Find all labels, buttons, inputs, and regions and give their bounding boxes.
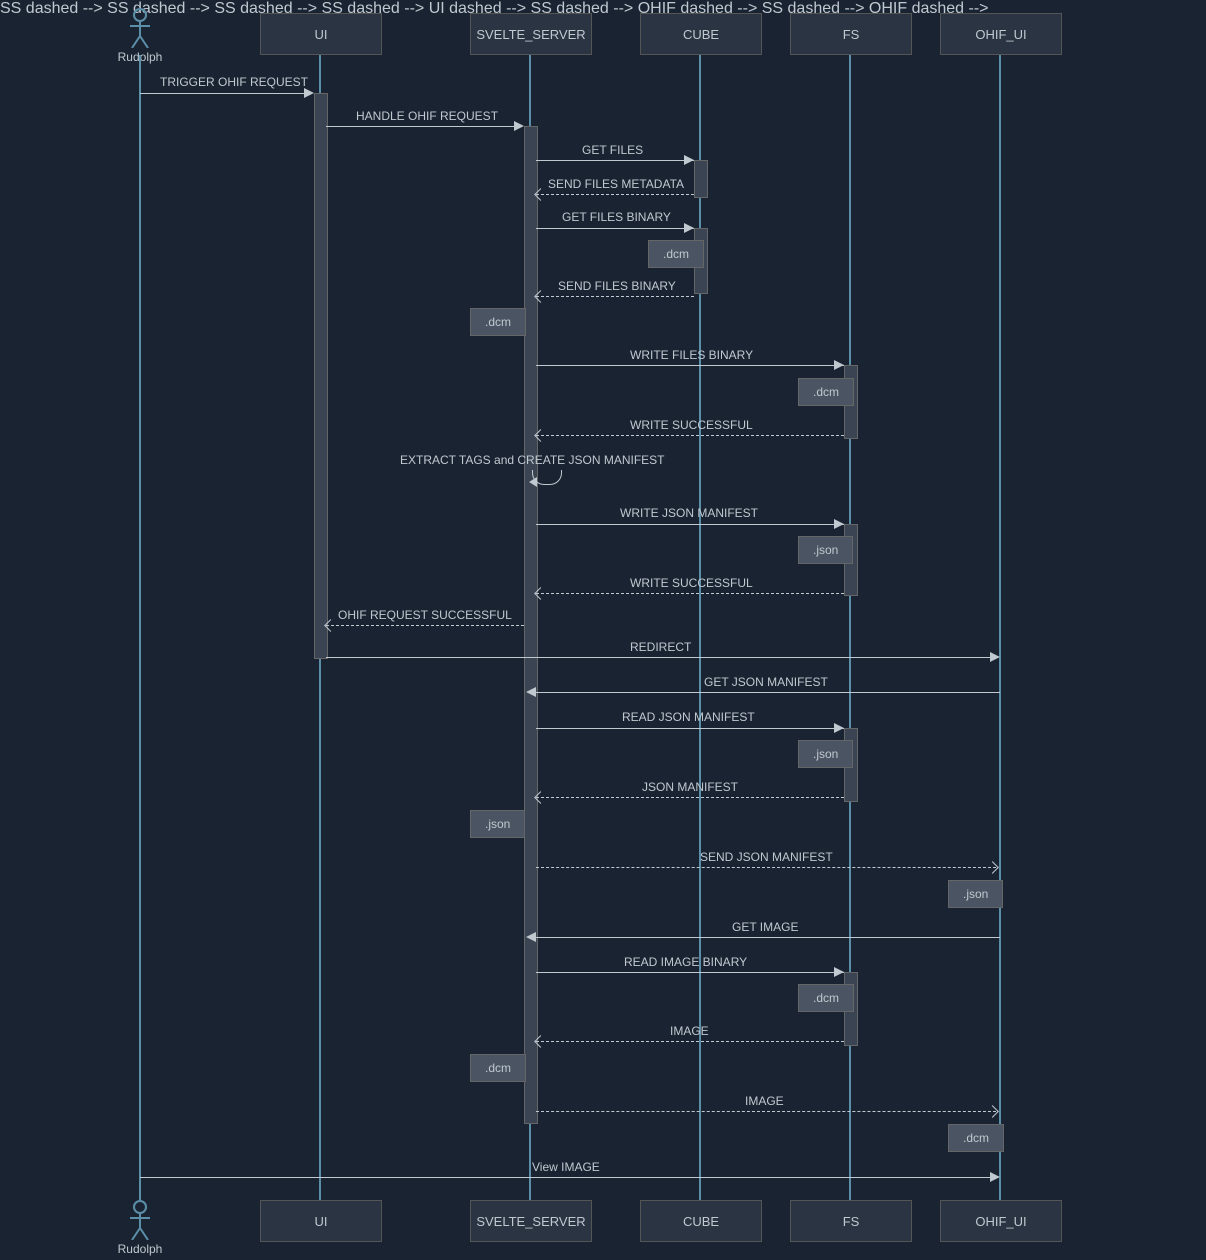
msg-get-image: GET IMAGE	[732, 920, 798, 934]
participant-ui-top: UI	[260, 13, 382, 55]
msg-image-2: IMAGE	[745, 1094, 784, 1108]
actor-rudolph-bottom: Rudolph	[110, 1200, 170, 1256]
note-dcm-ohif: .dcm	[948, 1124, 1004, 1152]
participant-fs-top: FS	[790, 13, 912, 55]
msg-send-json-manifest: SEND JSON MANIFEST	[700, 850, 833, 864]
msg-trigger-ohif-request: TRIGGER OHIF REQUEST	[160, 75, 308, 89]
arrow	[536, 194, 694, 196]
msg-write-successful-1: WRITE SUCCESSFUL	[630, 418, 753, 432]
note-dcm-cube: .dcm	[648, 240, 704, 268]
msg-send-files-metadata: SEND FILES METADATA	[548, 177, 684, 191]
msg-write-files-binary: WRITE FILES BINARY	[630, 348, 753, 362]
msg-handle-ohif-request: HANDLE OHIF REQUEST	[356, 109, 498, 123]
msg-send-files-binary: SEND FILES BINARY	[558, 279, 676, 293]
participant-svelte-server-top: SVELTE_SERVER	[470, 13, 592, 55]
arrow	[536, 1041, 844, 1043]
activation-svelte	[524, 126, 538, 1124]
msg-get-json-manifest: GET JSON MANIFEST	[704, 675, 828, 689]
msg-read-json-manifest: READ JSON MANIFEST	[622, 710, 755, 724]
arrow	[536, 228, 694, 229]
arrow	[536, 365, 844, 366]
arrow	[536, 435, 844, 437]
arrow-head	[986, 1105, 999, 1118]
arrow	[536, 692, 1000, 693]
msg-get-files: GET FILES	[582, 143, 643, 157]
note-json-fs-2: .json	[798, 740, 853, 768]
participant-ohif-ui-top: OHIF_UI	[940, 13, 1062, 55]
note-json-svelte: .json	[470, 810, 525, 838]
arrow	[536, 1111, 996, 1113]
arrow-head	[834, 360, 844, 370]
arrow-head	[834, 723, 844, 733]
note-dcm-svelte-1: .dcm	[470, 308, 526, 336]
arrow	[536, 797, 844, 799]
activation-ui	[314, 93, 328, 659]
arrow-head	[834, 519, 844, 529]
arrow	[536, 524, 844, 525]
arrow-head	[684, 223, 694, 233]
lifeline-ohif-ui	[999, 55, 1001, 1200]
arrow-head	[526, 932, 536, 942]
note-json-ohif: .json	[948, 880, 1003, 908]
msg-redirect: REDIRECT	[630, 640, 691, 654]
participant-cube-bottom: CUBE	[640, 1200, 762, 1242]
arrow	[326, 126, 522, 127]
sequence-diagram: Rudolph UI SVELTE_SERVER CUBE FS OHIF_UI…	[0, 0, 1206, 1260]
arrow-head	[304, 88, 314, 98]
msg-view-image: View IMAGE	[532, 1160, 600, 1174]
arrow-head	[990, 652, 1000, 662]
arrow-head	[990, 1172, 1000, 1182]
arrow	[326, 657, 996, 658]
msg-image-1: IMAGE	[670, 1024, 709, 1038]
arrow-head	[514, 121, 524, 131]
participant-svelte-server-bottom: SVELTE_SERVER	[470, 1200, 592, 1242]
arrow-head	[834, 967, 844, 977]
participant-ui-bottom: UI	[260, 1200, 382, 1242]
note-dcm-fs-2: .dcm	[798, 984, 854, 1012]
msg-get-files-binary: GET FILES BINARY	[562, 210, 671, 224]
msg-extract-tags: EXTRACT TAGS and CREATE JSON MANIFEST	[400, 453, 665, 467]
arrow	[536, 972, 844, 973]
msg-write-json-manifest: WRITE JSON MANIFEST	[620, 506, 758, 520]
arrow	[140, 93, 310, 94]
arrow-head	[526, 687, 536, 697]
participant-fs-bottom: FS	[790, 1200, 912, 1242]
arrow	[140, 1177, 996, 1178]
arrow	[536, 728, 844, 729]
arrow	[326, 625, 524, 627]
arrow	[536, 593, 844, 595]
arrow	[536, 296, 694, 298]
self-loop-head	[529, 477, 537, 487]
arrow-head	[684, 155, 694, 165]
msg-write-successful-2: WRITE SUCCESSFUL	[630, 576, 753, 590]
note-dcm-svelte-2: .dcm	[470, 1054, 526, 1082]
msg-json-manifest: JSON MANIFEST	[642, 780, 738, 794]
activation-cube-1	[694, 160, 708, 198]
msg-read-image-binary: READ IMAGE BINARY	[624, 955, 747, 969]
note-dcm-fs-1: .dcm	[798, 378, 854, 406]
lifeline-actor	[139, 55, 141, 1200]
actor-label: Rudolph	[110, 1242, 170, 1256]
msg-ohif-request-successful: OHIF REQUEST SUCCESSFUL	[338, 608, 512, 622]
arrow	[536, 160, 694, 161]
arrow-head	[986, 861, 999, 874]
arrow	[536, 937, 1000, 938]
participant-ohif-ui-bottom: OHIF_UI	[940, 1200, 1062, 1242]
participant-cube-top: CUBE	[640, 13, 762, 55]
arrow	[536, 867, 996, 869]
note-json-fs-1: .json	[798, 536, 853, 564]
